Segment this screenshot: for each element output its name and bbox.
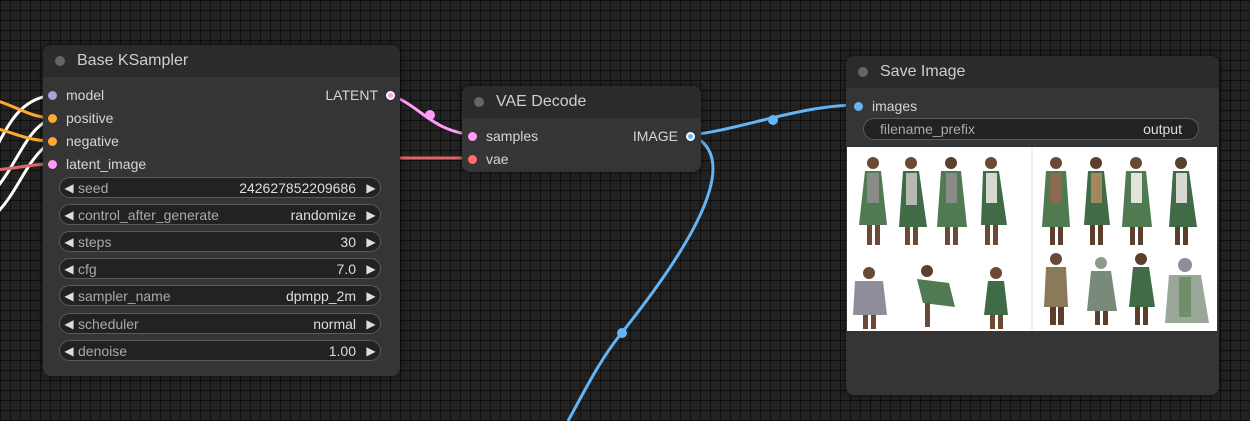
conditioning-slot-icon[interactable] <box>48 136 57 146</box>
widget-value[interactable]: 7.0 <box>337 261 362 277</box>
widget-label: seed <box>78 179 109 196</box>
increment-arrow-icon[interactable]: ▶ <box>362 181 380 195</box>
wire-latent-midpoint[interactable] <box>425 110 435 120</box>
widget-label: filename_prefix <box>880 121 975 137</box>
sampler-name-widget[interactable]: ◀ sampler_name dpmpp_2m ▶ <box>59 285 381 306</box>
decrement-arrow-icon[interactable]: ◀ <box>60 262 78 276</box>
input-label: latent_image <box>66 156 147 172</box>
widget-value[interactable]: output <box>1143 121 1182 137</box>
wire-image-images[interactable] <box>689 103 859 137</box>
image-output-slot-icon[interactable] <box>686 131 695 141</box>
decrement-arrow-icon[interactable]: ◀ <box>60 208 78 222</box>
input-latent-image[interactable]: latent_image <box>48 154 146 174</box>
widget-label: sampler_name <box>78 287 171 304</box>
input-images[interactable]: images <box>854 96 917 116</box>
wire-latent-samples[interactable] <box>389 93 473 137</box>
decrement-arrow-icon[interactable]: ◀ <box>60 317 78 331</box>
denoise-widget[interactable]: ◀ denoise 1.00 ▶ <box>59 340 381 361</box>
vae-slot-icon[interactable] <box>468 154 477 164</box>
node-title: Base KSampler <box>77 52 189 69</box>
vae-decode-title-bar[interactable]: VAE Decode <box>462 86 701 118</box>
decrement-arrow-icon[interactable]: ◀ <box>60 181 78 195</box>
increment-arrow-icon[interactable]: ▶ <box>362 344 380 358</box>
output-label: LATENT <box>325 87 378 103</box>
widget-value[interactable]: 242627852209686 <box>239 180 362 196</box>
widget-label: scheduler <box>78 315 139 332</box>
seed-widget[interactable]: ◀ seed 242627852209686 ▶ <box>59 177 381 198</box>
widget-value[interactable]: normal <box>313 316 362 332</box>
collapse-dot-icon[interactable] <box>858 67 868 77</box>
input-model[interactable]: model <box>48 85 104 105</box>
steps-widget[interactable]: ◀ steps 30 ▶ <box>59 231 381 252</box>
decrement-arrow-icon[interactable]: ◀ <box>60 235 78 249</box>
increment-arrow-icon[interactable]: ▶ <box>362 262 380 276</box>
input-samples[interactable]: samples <box>468 126 538 146</box>
input-label: negative <box>66 133 119 149</box>
node-title: VAE Decode <box>496 93 587 110</box>
character-sheet-icon <box>847 147 1217 331</box>
input-vae[interactable]: vae <box>468 149 509 169</box>
increment-arrow-icon[interactable]: ▶ <box>362 289 380 303</box>
save-image-node[interactable]: Save Image images filename_prefix output <box>846 56 1219 395</box>
widget-value[interactable]: randomize <box>291 207 362 223</box>
increment-arrow-icon[interactable]: ▶ <box>362 235 380 249</box>
model-slot-icon[interactable] <box>48 90 57 100</box>
output-latent[interactable]: LATENT <box>325 85 395 105</box>
input-label: vae <box>486 151 509 167</box>
collapse-dot-icon[interactable] <box>55 56 65 66</box>
input-negative[interactable]: negative <box>48 131 119 151</box>
increment-arrow-icon[interactable]: ▶ <box>362 317 380 331</box>
decrement-arrow-icon[interactable]: ◀ <box>60 344 78 358</box>
node-title: Save Image <box>880 63 966 80</box>
widget-value[interactable]: 1.00 <box>329 343 362 359</box>
control-after-generate-widget[interactable]: ◀ control_after_generate randomize ▶ <box>59 204 381 225</box>
scheduler-widget[interactable]: ◀ scheduler normal ▶ <box>59 313 381 334</box>
wire-image-down[interactable] <box>566 138 715 421</box>
output-image[interactable]: IMAGE <box>633 126 695 146</box>
widget-label: cfg <box>78 260 97 277</box>
widget-label: denoise <box>78 342 128 359</box>
output-label: IMAGE <box>632 128 678 144</box>
widget-label: control_after_generate <box>78 206 219 223</box>
save-image-title-bar[interactable]: Save Image <box>846 56 1219 88</box>
input-label: images <box>872 98 918 114</box>
latent-slot-icon[interactable] <box>48 159 57 169</box>
image-slot-icon[interactable] <box>854 101 863 111</box>
input-positive[interactable]: positive <box>48 108 113 128</box>
latent-output-slot-icon[interactable] <box>386 90 395 100</box>
input-label: model <box>66 87 105 103</box>
widget-label: steps <box>78 233 112 250</box>
input-label: samples <box>486 128 539 144</box>
input-label: positive <box>66 110 114 126</box>
ksampler-title-bar[interactable]: Base KSampler <box>43 45 400 77</box>
vae-decode-node[interactable]: VAE Decode samples vae IMAGE <box>462 86 701 172</box>
latent-slot-icon[interactable] <box>468 131 477 141</box>
conditioning-slot-icon[interactable] <box>48 113 57 123</box>
widget-value[interactable]: dpmpp_2m <box>286 288 362 304</box>
collapse-dot-icon[interactable] <box>474 97 484 107</box>
decrement-arrow-icon[interactable]: ◀ <box>60 289 78 303</box>
wire-image-midpoint[interactable] <box>768 115 778 125</box>
increment-arrow-icon[interactable]: ▶ <box>362 208 380 222</box>
filename-prefix-widget[interactable]: filename_prefix output <box>863 118 1199 140</box>
cfg-widget[interactable]: ◀ cfg 7.0 ▶ <box>59 258 381 279</box>
wire-down-midpoint[interactable] <box>617 328 627 338</box>
widget-value[interactable]: 30 <box>340 234 362 250</box>
ksampler-node[interactable]: Base KSampler model positive negative la… <box>43 45 400 376</box>
output-preview-image[interactable] <box>847 147 1217 331</box>
